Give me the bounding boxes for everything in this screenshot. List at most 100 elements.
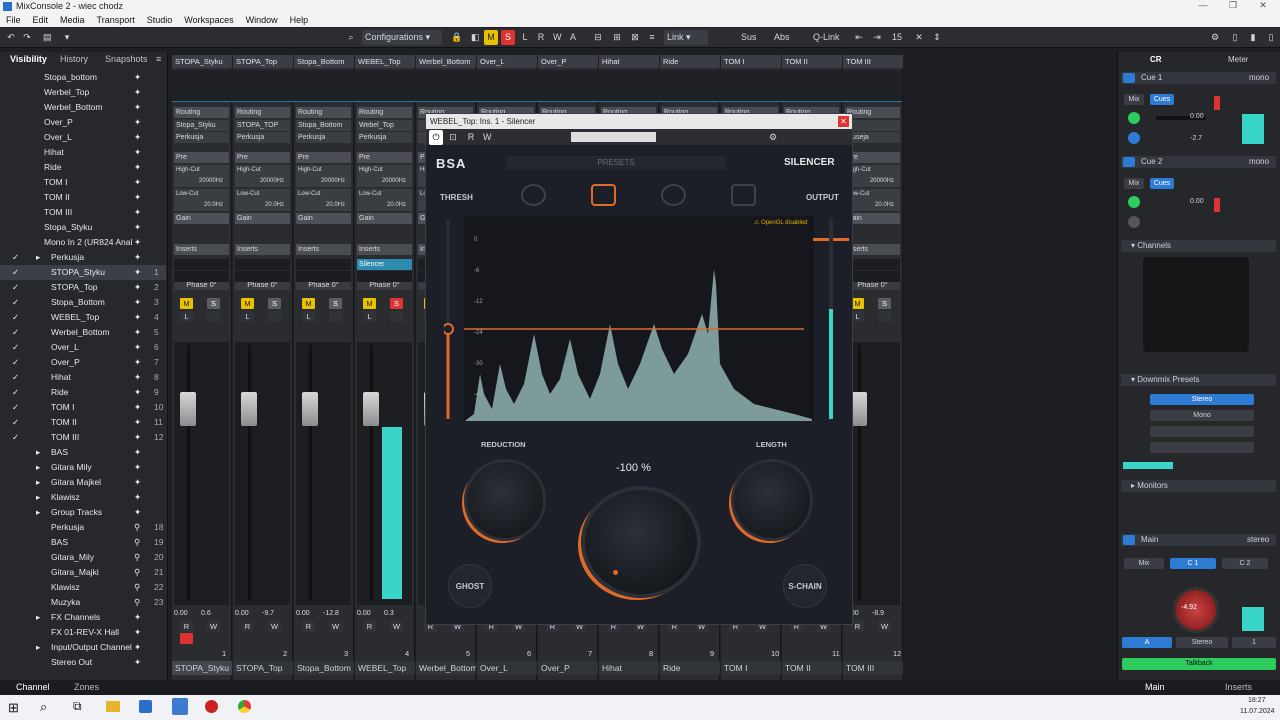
channel-name-bottom[interactable]: Werbel_Bottom [416, 661, 476, 675]
write-button[interactable]: W [329, 621, 342, 632]
visibility-item[interactable]: Stereo Out ✦ [0, 655, 166, 670]
redo-icon[interactable]: ↷ [20, 30, 34, 45]
monitor-icon[interactable] [878, 311, 891, 322]
main-mix-button[interactable]: Mix [1124, 558, 1164, 569]
tab-snapshots[interactable]: Snapshots [105, 52, 148, 66]
main-power-icon[interactable] [1123, 535, 1135, 545]
window-layout-icon[interactable]: ▤ [40, 30, 55, 45]
mute-button[interactable]: M [302, 298, 315, 309]
visibility-check-icon[interactable]: ✓ [12, 250, 19, 265]
monitor-icon[interactable] [268, 311, 281, 322]
visibility-check-icon[interactable]: ✓ [12, 415, 19, 430]
lowcut-value[interactable]: 20.0Hz [174, 200, 229, 211]
monitor-icon[interactable] [329, 311, 342, 322]
visibility-item[interactable]: Over_L ✦ [0, 130, 166, 145]
pin-icon[interactable]: ✦ [134, 505, 141, 520]
close-icon[interactable]: ✕ [1248, 0, 1278, 11]
channel-name-top[interactable]: STOPA_Styku [172, 55, 232, 68]
pan-value[interactable]: 0.3 [384, 610, 394, 617]
pan-value[interactable]: 0.6 [201, 610, 211, 617]
expand-arrow-icon[interactable]: ▸ [36, 610, 40, 625]
drum-kick-icon[interactable] [521, 184, 546, 206]
routing-input[interactable]: Webel_Top [357, 120, 412, 131]
plugin-bypass-icon[interactable]: ⊡ [446, 130, 460, 145]
visibility-item[interactable]: TOM II ✦ [0, 190, 166, 205]
pin-icon[interactable]: ⚲ [134, 580, 140, 595]
routing-header[interactable]: Routing [296, 107, 351, 118]
pin-icon[interactable]: ✦ [134, 100, 141, 115]
routing-output[interactable]: Perkusja [296, 132, 351, 143]
channel-name-bottom[interactable]: Hihat [599, 661, 659, 675]
pin-icon[interactable]: ✦ [134, 190, 141, 205]
channel-name-bottom[interactable]: Stopa_Bottom [294, 661, 354, 675]
write-button[interactable]: W [878, 621, 891, 632]
visibility-item[interactable]: ✓ Ride ✦ 9 [0, 385, 166, 400]
lowcut-value[interactable]: 20.0Hz [845, 200, 900, 211]
visibility-item[interactable]: Over_P ✦ [0, 115, 166, 130]
monitor-icon[interactable] [390, 311, 403, 322]
visibility-check-icon[interactable]: ✓ [12, 400, 19, 415]
visibility-item[interactable]: ✓ TOM III ✦ 12 [0, 430, 166, 445]
menu-studio[interactable]: Studio [147, 15, 173, 25]
main-volume-knob[interactable]: -4.92 [1173, 587, 1219, 633]
volume-value[interactable]: 0.00 [235, 610, 249, 617]
visibility-check-icon[interactable]: ✓ [12, 325, 19, 340]
mute-button[interactable]: M [363, 298, 376, 309]
channel-name-bottom[interactable]: Ride [660, 661, 720, 675]
lowcut-value[interactable]: 20.0Hz [296, 200, 351, 211]
insert-slot-2[interactable] [235, 271, 290, 282]
pin-icon[interactable]: ⚲ [134, 520, 140, 535]
read-button[interactable]: R [241, 621, 254, 632]
menu-edit[interactable]: Edit [33, 15, 49, 25]
channel-name-top[interactable]: TOM II [782, 55, 842, 68]
pin-icon[interactable]: ✦ [134, 460, 141, 475]
pin-icon[interactable]: ✦ [134, 385, 141, 400]
highcut-value[interactable]: 20000Hz [845, 176, 900, 187]
gain-slider[interactable]: Gain [357, 213, 412, 224]
visibility-check-icon[interactable]: ✓ [12, 280, 19, 295]
visibility-item[interactable]: Hihat ✦ [0, 145, 166, 160]
reduction-knob[interactable] [464, 459, 546, 541]
visibility-item[interactable]: ✓ TOM II ✦ 11 [0, 415, 166, 430]
undo-icon[interactable]: ↶ [4, 30, 18, 45]
visibility-item[interactable]: ✓ Over_P ✦ 7 [0, 355, 166, 370]
channel-name-top[interactable]: Hihat [599, 55, 659, 68]
routing-header[interactable]: Routing [235, 107, 290, 118]
visibility-item[interactable]: ✓ ▸ Perkusja ✦ [0, 250, 166, 265]
channel-name-bottom[interactable]: TOM III [843, 661, 903, 675]
solo-button[interactable]: S [207, 298, 220, 309]
cue2-cues-button[interactable]: Cues [1150, 178, 1174, 189]
visibility-item[interactable]: BAS ⚲ 19 [0, 535, 166, 550]
expand-icon[interactable]: ⇕ [930, 30, 944, 45]
cue2-tb-icon[interactable] [1128, 196, 1140, 208]
main-c2-button[interactable]: C 2 [1222, 558, 1268, 569]
lowcut-value[interactable]: 20.0Hz [235, 200, 290, 211]
downmix-3[interactable] [1150, 426, 1254, 437]
pin-icon[interactable]: ✦ [134, 415, 141, 430]
insert-silencer[interactable]: Silencer [357, 259, 412, 270]
pin-icon[interactable]: ✦ [134, 655, 141, 670]
pin-icon[interactable]: ✦ [134, 610, 141, 625]
pin-icon[interactable]: ✦ [134, 400, 141, 415]
expand-arrow-icon[interactable]: ▸ [36, 445, 40, 460]
fader-handle[interactable] [302, 392, 318, 426]
visibility-item[interactable]: Klawisz ⚲ 22 [0, 580, 166, 595]
channel-name-top[interactable]: STOPA_Top [233, 55, 293, 68]
listen-button[interactable]: L [180, 311, 193, 322]
pin-icon[interactable]: ✦ [134, 445, 141, 460]
downmix-stereo[interactable]: Stereo [1150, 394, 1254, 405]
pan-value[interactable]: -8.9 [872, 610, 884, 617]
visibility-item[interactable]: ✓ Hihat ✦ 8 [0, 370, 166, 385]
tab-channel[interactable]: Channel [16, 682, 50, 692]
insert-slot-2[interactable] [174, 271, 229, 282]
cue2-click-icon[interactable] [1128, 216, 1140, 228]
channel-name-bottom[interactable]: TOM II [782, 661, 842, 675]
visibility-item[interactable]: ✓ STOPA_Styku ✦ 1 [0, 265, 166, 280]
schain-button[interactable]: S-CHAIN [783, 564, 827, 608]
visibility-item[interactable]: Gitara_Majki ⚲ 21 [0, 565, 166, 580]
visibility-item[interactable]: FX 01-REV-X Hall ✦ [0, 625, 166, 640]
visibility-item[interactable]: ✓ Stopa_Bottom ✦ 3 [0, 295, 166, 310]
visibility-check-icon[interactable]: ✓ [12, 355, 19, 370]
visibility-item[interactable]: Ride ✦ [0, 160, 166, 175]
pin-icon[interactable]: ✦ [134, 220, 141, 235]
